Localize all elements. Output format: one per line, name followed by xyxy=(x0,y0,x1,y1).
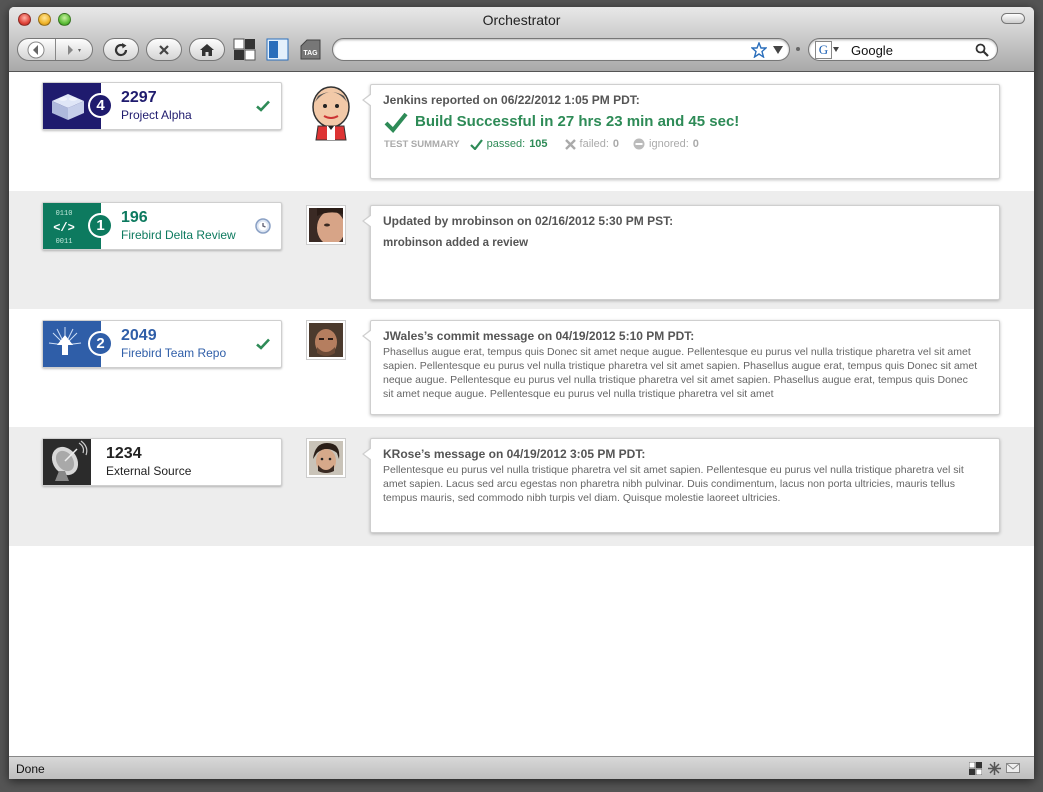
jenkins-avatar-icon xyxy=(312,86,350,141)
message-body: Phasellus augue erat, tempus quis Donec … xyxy=(383,346,978,400)
repo-name: Project Alpha xyxy=(121,108,192,122)
svg-text:TAG: TAG xyxy=(303,50,318,57)
search-input[interactable] xyxy=(849,42,973,59)
ignored-label: ignored: xyxy=(649,138,689,150)
big-check-icon xyxy=(384,112,408,133)
feed-row: 1234 External Source KRose’s message on … xyxy=(9,427,1034,546)
message-body: mrobinson added a review xyxy=(383,237,529,249)
search-bar[interactable]: G xyxy=(808,38,998,61)
stop-button[interactable] xyxy=(146,38,182,61)
ignored-value: 0 xyxy=(692,138,699,150)
ignored-minus-icon xyxy=(633,138,645,150)
check-icon xyxy=(256,100,270,112)
repo-card[interactable]: 2 2049 Firebird Team Repo xyxy=(42,320,282,368)
stop-icon xyxy=(159,44,169,55)
mail-status-icon[interactable] xyxy=(1006,763,1020,773)
window-title: Orchestrator xyxy=(482,12,561,28)
failed-x-icon xyxy=(564,138,576,150)
sidebar-icon[interactable] xyxy=(266,38,289,61)
repo-name: Firebird Team Repo xyxy=(121,346,227,360)
bookmark-grid-icon[interactable] xyxy=(233,38,256,61)
repo-count: 2297 xyxy=(121,89,157,106)
passed-value: 105 xyxy=(529,138,548,150)
svg-text:</>: </> xyxy=(53,221,75,235)
message-header: KRose’s message on 04/19/2012 3:05 PM PD… xyxy=(383,447,646,461)
home-icon xyxy=(200,43,214,56)
message-header: Updated by mrobinson on 02/16/2012 5:30 … xyxy=(383,214,674,228)
activity-feed: 4 2297 Project Alpha Jenkins reported on… xyxy=(9,72,1034,756)
clock-icon xyxy=(255,218,271,234)
repo-name: External Source xyxy=(106,464,192,478)
message-bubble: JWales’s commit message on 04/19/2012 5:… xyxy=(362,320,1000,415)
user-face-icon xyxy=(309,441,343,475)
repo-icon-satellite xyxy=(43,439,91,485)
star-bookmark-icon[interactable] xyxy=(751,42,767,58)
avatar xyxy=(306,205,346,245)
toolbar-toggle-button[interactable] xyxy=(1001,13,1025,24)
separator-dot xyxy=(796,47,800,51)
search-engine-dropdown-icon[interactable] xyxy=(833,47,839,52)
build-result: Build Successful in 27 hrs 23 min and 45… xyxy=(415,113,740,130)
reload-icon xyxy=(114,42,128,56)
svg-text:0110: 0110 xyxy=(56,210,73,218)
status-bar: Done xyxy=(9,756,1034,779)
url-history-dropdown-icon[interactable] xyxy=(773,46,783,54)
failed-value: 0 xyxy=(612,138,620,150)
message-header: JWales’s commit message on 04/19/2012 5:… xyxy=(383,329,695,343)
address-bar[interactable] xyxy=(332,38,790,61)
magnifier-icon[interactable] xyxy=(975,43,989,57)
message-bubble: Jenkins reported on 06/22/2012 1:05 PM P… xyxy=(362,84,1000,179)
satellite-dish-icon xyxy=(51,440,88,481)
snowflake-status-icon[interactable] xyxy=(988,762,1001,775)
repo-name: Firebird Delta Review xyxy=(121,228,236,242)
back-forward-group xyxy=(17,38,93,61)
status-text: Done xyxy=(16,762,45,776)
failed-label: failed: xyxy=(579,138,609,150)
avatar xyxy=(306,320,346,360)
message-body: Pellentesque eu purus vel nulla tristiqu… xyxy=(383,464,964,504)
feed-row: 4 2297 Project Alpha Jenkins reported on… xyxy=(9,72,1034,191)
repo-count: 196 xyxy=(121,209,148,226)
passed-label: passed: xyxy=(486,138,526,150)
check-icon xyxy=(256,338,270,350)
back-button[interactable] xyxy=(18,39,56,60)
message-bubble: Updated by mrobinson on 02/16/2012 5:30 … xyxy=(362,205,1000,300)
browser-toolbar: Orchestrator TAG G Google xyxy=(9,7,1034,72)
repo-card[interactable]: 1234 External Source xyxy=(42,438,282,486)
repo-card[interactable]: 0110 </> 0011 1 196 Firebird Delta Revie… xyxy=(42,202,282,250)
repo-count: 1234 xyxy=(106,445,142,462)
back-arrow-icon xyxy=(27,41,45,58)
home-button[interactable] xyxy=(189,38,225,61)
message-header: Jenkins reported on 06/22/2012 1:05 PM P… xyxy=(383,93,640,107)
tag-icon[interactable]: TAG xyxy=(299,38,322,61)
url-input[interactable] xyxy=(367,42,741,59)
user-face-icon xyxy=(309,323,343,357)
grid-status-icon[interactable] xyxy=(969,762,982,775)
repo-badge: 2 xyxy=(88,331,113,356)
svg-text:0011: 0011 xyxy=(56,238,73,246)
avatar xyxy=(306,438,346,478)
passed-check-icon xyxy=(469,138,483,150)
repo-card[interactable]: 4 2297 Project Alpha xyxy=(42,82,282,130)
forward-arrow-icon xyxy=(67,44,81,55)
repo-badge: 4 xyxy=(88,93,113,118)
browser-window: Orchestrator TAG G Google 4 2297 Project… xyxy=(9,7,1034,779)
message-bubble: KRose’s message on 04/19/2012 3:05 PM PD… xyxy=(362,438,1000,533)
google-engine-icon[interactable]: G xyxy=(815,41,832,59)
repo-count: 2049 xyxy=(121,327,157,344)
reload-button[interactable] xyxy=(103,38,139,61)
repo-badge: 1 xyxy=(88,213,113,238)
feed-row: 0110 </> 0011 1 196 Firebird Delta Revie… xyxy=(9,191,1034,309)
test-summary-label: TEST SUMMARY xyxy=(384,138,460,150)
test-summary: TEST SUMMARY passed: 105 failed: 0 ignor… xyxy=(384,138,699,150)
feed-row: 2 2049 Firebird Team Repo JWales’s commi… xyxy=(9,309,1034,427)
forward-button[interactable] xyxy=(56,39,92,60)
user-face-icon xyxy=(309,208,345,245)
